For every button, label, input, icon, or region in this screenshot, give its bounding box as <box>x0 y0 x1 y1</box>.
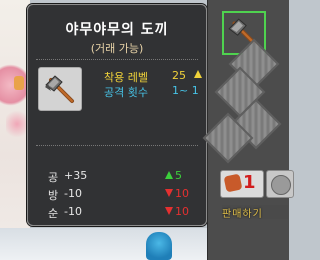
game-background-left <box>0 0 30 260</box>
bag-icon <box>223 173 243 193</box>
item-icon-box <box>38 67 82 111</box>
axe-icon <box>45 75 74 103</box>
item-tooltip: 야무야무의 도끼 (거래 가능) 착용 레벨 25 공격 횟수 1~ 1 공 +… <box>27 4 207 226</box>
game-background-bottom <box>0 228 212 260</box>
up-arrow-icon <box>165 171 173 179</box>
stat-name: 공 <box>48 171 59 184</box>
sell-button[interactable]: 판매하기 <box>222 205 288 219</box>
stat-name: 순 <box>48 207 59 220</box>
item-quantity: 1 <box>243 172 256 193</box>
inventory-panel: 1 판매하기 <box>202 0 294 260</box>
stat-name: 방 <box>48 189 59 202</box>
required-level-value: 25 <box>172 69 186 82</box>
required-level-label: 착용 레벨 <box>104 71 148 84</box>
item-name: 야무야무의 도끼 <box>65 22 169 38</box>
divider <box>36 59 198 60</box>
attack-count-label: 공격 횟수 <box>104 86 148 99</box>
compare-value: 5 <box>175 169 182 182</box>
player-character[interactable] <box>146 232 172 260</box>
secondary-slot-button[interactable] <box>266 170 294 198</box>
coin-icon <box>271 175 291 195</box>
background-decoration <box>6 108 28 140</box>
down-arrow-icon <box>165 207 173 215</box>
attack-count-value: 1~ 1 <box>172 84 199 97</box>
stat-value: -10 <box>64 205 82 218</box>
stat-value: -10 <box>64 187 82 200</box>
down-arrow-icon <box>165 189 173 197</box>
background-ornament <box>14 76 24 90</box>
compare-value: 10 <box>175 187 189 200</box>
compare-value: 10 <box>175 205 189 218</box>
divider <box>36 145 198 146</box>
tradable-label: (거래 가능) <box>90 42 144 55</box>
level-up-arrow-icon <box>194 70 202 78</box>
stat-value: +35 <box>64 169 88 182</box>
item-quantity-button[interactable]: 1 <box>220 170 264 198</box>
